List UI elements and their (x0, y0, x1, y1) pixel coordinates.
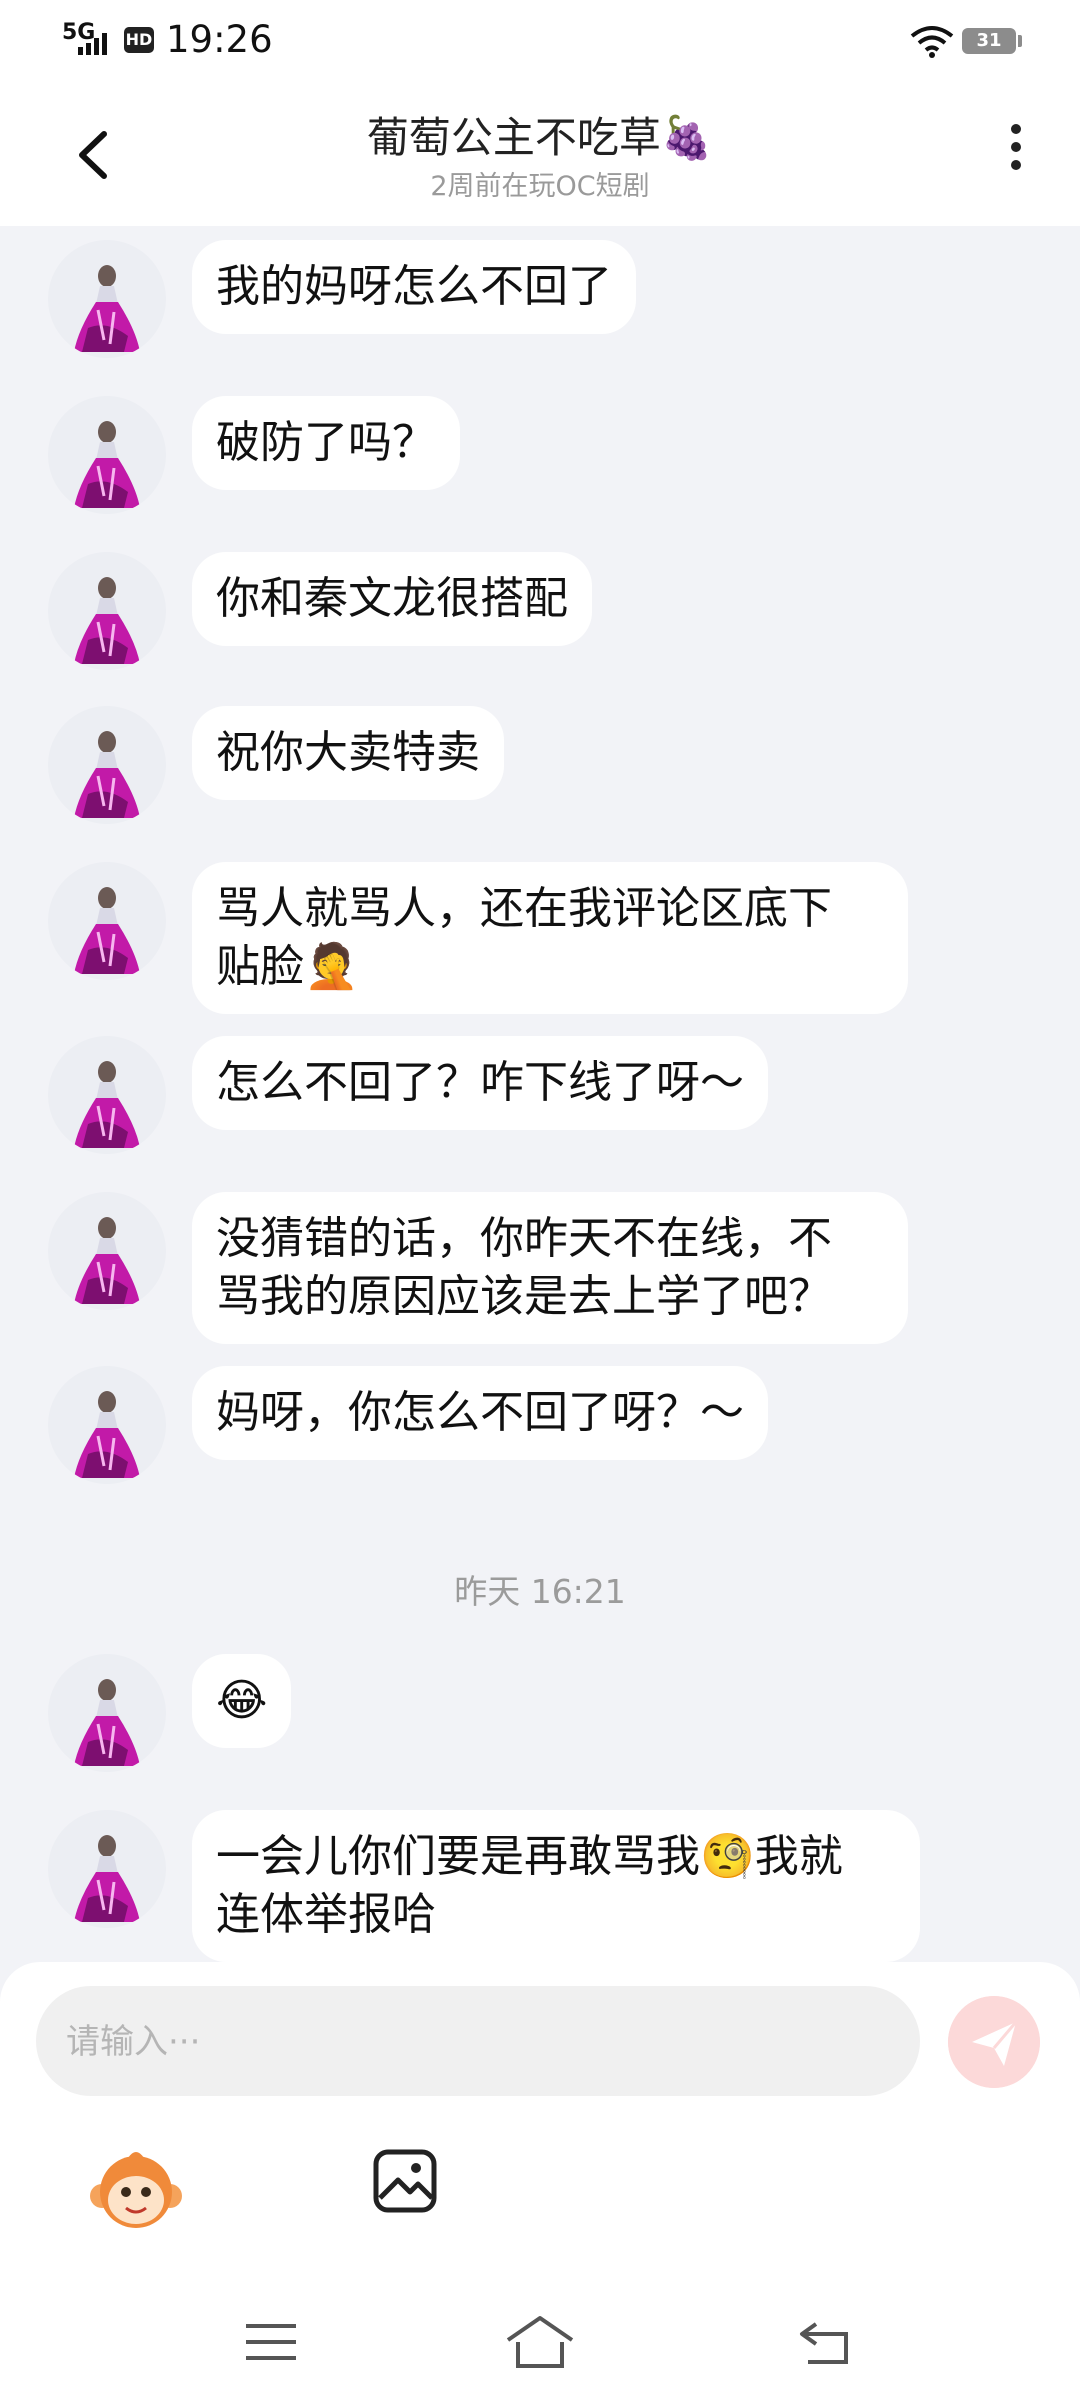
message-bubble: 没猜错的话，你昨天不在线，不 骂我的原因应该是去上学了吧？ (192, 1192, 908, 1344)
princess-avatar-icon (74, 1835, 140, 1922)
more-dot (1011, 160, 1021, 170)
avatar[interactable] (48, 1192, 166, 1310)
chat-title: 葡萄公主不吃草🍇 (366, 113, 714, 162)
message-text: 祝你大卖特卖 (216, 727, 480, 778)
message-text-line: 骂人就骂人，还在我评论区底下 (216, 883, 832, 934)
princess-avatar-icon (74, 1217, 140, 1304)
message-bubble: 祝你大卖特卖 (192, 706, 504, 800)
status-bar: 5G HD 19:26 31 (0, 0, 1080, 80)
battery-icon: 31 (962, 28, 1016, 54)
avatar[interactable] (48, 396, 166, 514)
message-text-line: 连体举报哈 (216, 1889, 436, 1940)
message-bubble: 骂人就骂人，还在我评论区底下 贴脸🤦 (192, 862, 908, 1014)
signal-icon (78, 33, 107, 55)
princess-avatar-icon (74, 265, 140, 352)
avatar[interactable] (48, 240, 166, 358)
avatar[interactable] (48, 1366, 166, 1484)
princess-avatar-icon (74, 1061, 140, 1148)
avatar[interactable] (48, 552, 166, 670)
chat-header: 葡萄公主不吃草🍇 2周前在玩OC短剧 (0, 80, 1080, 226)
princess-avatar-icon (74, 1679, 140, 1766)
wifi-icon (910, 26, 954, 58)
message-text-line: 骂我的原因应该是去上学了吧？ (216, 1271, 832, 1322)
message-text-line: 一会儿你们要是再敢骂我🧐我就 (216, 1831, 843, 1882)
system-navigation-bar (0, 2290, 1080, 2400)
more-dot (1011, 124, 1021, 134)
message-text: 你和秦文龙很搭配 (216, 573, 568, 624)
message-bubble: 我的妈呀怎么不回了 (192, 240, 636, 334)
message-input-container[interactable] (36, 1986, 920, 2098)
avatar[interactable] (48, 862, 166, 980)
message-text: 破防了吗？ (216, 417, 436, 468)
battery-tip (1018, 35, 1022, 47)
hd-badge: HD (124, 27, 154, 53)
more-options-button[interactable] (996, 120, 1036, 194)
message-text: 😂 (216, 1675, 268, 1726)
back-nav-icon[interactable] (796, 2318, 852, 2366)
message-text: 怎么不回了？咋下线了呀～ (216, 1057, 744, 1108)
princess-avatar-icon (74, 577, 140, 664)
message-bubble: 妈呀，你怎么不回了呀？～ (192, 1366, 768, 1460)
avatar[interactable] (48, 1036, 166, 1154)
message-input[interactable] (64, 1986, 868, 2098)
avatar[interactable] (48, 1654, 166, 1772)
avatar[interactable] (48, 706, 166, 824)
avatar[interactable] (48, 1810, 166, 1928)
princess-avatar-icon (74, 1391, 140, 1478)
send-button[interactable] (948, 1996, 1040, 2088)
message-text-line: 贴脸🤦 (216, 941, 359, 992)
princess-avatar-icon (74, 421, 140, 508)
message-bubble: 你和秦文龙很搭配 (192, 552, 592, 646)
princess-avatar-icon (74, 887, 140, 974)
home-icon[interactable] (504, 2314, 576, 2370)
message-bubble: 一会儿你们要是再敢骂我🧐我就 连体举报哈 (192, 1810, 920, 1962)
message-bubble: 破防了吗？ (192, 396, 460, 490)
message-text: 我的妈呀怎么不回了 (216, 261, 612, 312)
timestamp-divider: 昨天 16:21 (454, 1572, 626, 1611)
chat-subtitle: 2周前在玩OC短剧 (430, 171, 650, 202)
more-dot (1011, 142, 1021, 152)
menu-icon[interactable] (244, 2320, 298, 2364)
message-bubble: 怎么不回了？咋下线了呀～ (192, 1036, 768, 1130)
clock: 19:26 (166, 18, 273, 61)
message-text: 妈呀，你怎么不回了呀？～ (216, 1387, 744, 1438)
image-icon[interactable] (372, 2148, 438, 2214)
monkey-sticker-icon[interactable] (88, 2142, 184, 2238)
message-bubble: 😂 (192, 1654, 292, 1748)
princess-avatar-icon (74, 731, 140, 818)
message-text-line: 没猜错的话，你昨天不在线，不 (216, 1213, 832, 1264)
